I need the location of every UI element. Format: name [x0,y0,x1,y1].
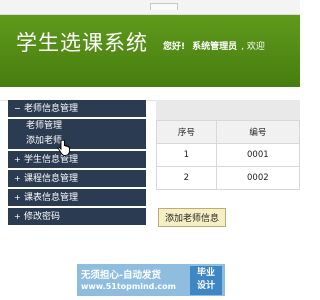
menu-label: 课表信息管理 [24,193,79,203]
add-teacher-info-button[interactable]: 添加老师信息 [158,208,227,227]
cell-index: 2 [156,166,217,190]
watermark-banner: 无须担心-自动发货 www.51topmind.com 毕业 设计 [77,264,225,296]
menu-label: 老师信息管理 [24,104,79,114]
hand-cursor-icon [57,140,70,156]
watermark-url: www.51topmind.com [81,282,176,291]
column-header-index: 序号 [156,120,217,144]
expand-icon: + [14,193,21,202]
menu-label: 修改密码 [24,212,61,222]
cell-index: 1 [156,143,217,167]
browser-top-strip [0,0,300,15]
menu-change-password[interactable]: + 修改密码 [8,208,146,227]
teacher-table: 序号 编号 1 0001 2 0002 [156,120,301,190]
main-content: 序号 编号 1 0001 2 0002 添加老师信息 [156,100,301,268]
user-greeting: 您好! 系统管理员, 欢迎 [163,39,265,52]
cell-code: 0002 [215,166,301,190]
browser-tab-indicator [150,3,178,10]
menu-teacher-management[interactable]: − 老师信息管理 [8,100,146,119]
expand-icon: + [14,174,21,183]
content-header-bar [156,100,300,120]
expand-icon: + [14,212,21,221]
badge-line-2: 设计 [196,281,215,291]
table-row: 2 0002 [156,166,301,190]
menu-course-management[interactable]: + 课程信息管理 [8,170,146,189]
app-title: 学生选课系统 [16,31,148,55]
column-header-code: 编号 [215,120,301,144]
menu-schedule-management[interactable]: + 课表信息管理 [8,189,146,208]
cell-code: 0001 [215,143,301,167]
badge-line-1: 毕业 [196,268,215,278]
table-header-row: 序号 编号 [156,120,301,144]
submenu-item-teacher-list[interactable]: 老师管理 [8,119,146,134]
watermark-text: 无须担心-自动发货 [81,270,161,281]
sidebar-menu: − 老师信息管理 老师管理 添加老师 + 学生信息管理 + 课程信息管理 + 课表信息管… [8,100,146,268]
menu-student-management[interactable]: + 学生信息管理 [8,151,146,170]
teacher-submenu: 老师管理 添加老师 [8,119,146,151]
menu-label: 课程信息管理 [24,174,79,184]
welcome-text: , 欢迎 [241,42,265,52]
table-row: 1 0001 [156,143,301,167]
expand-icon: + [14,155,21,164]
greeting-text: 您好! [163,42,186,52]
user-name: 系统管理员 [192,42,238,52]
submenu-item-add-teacher[interactable]: 添加老师 [8,134,146,149]
app-header: 学生选课系统 您好! 系统管理员, 欢迎 [0,15,300,87]
collapse-icon: − [14,104,21,113]
watermark-badge: 毕业 设计 [190,266,222,295]
header-subbar [0,87,300,101]
